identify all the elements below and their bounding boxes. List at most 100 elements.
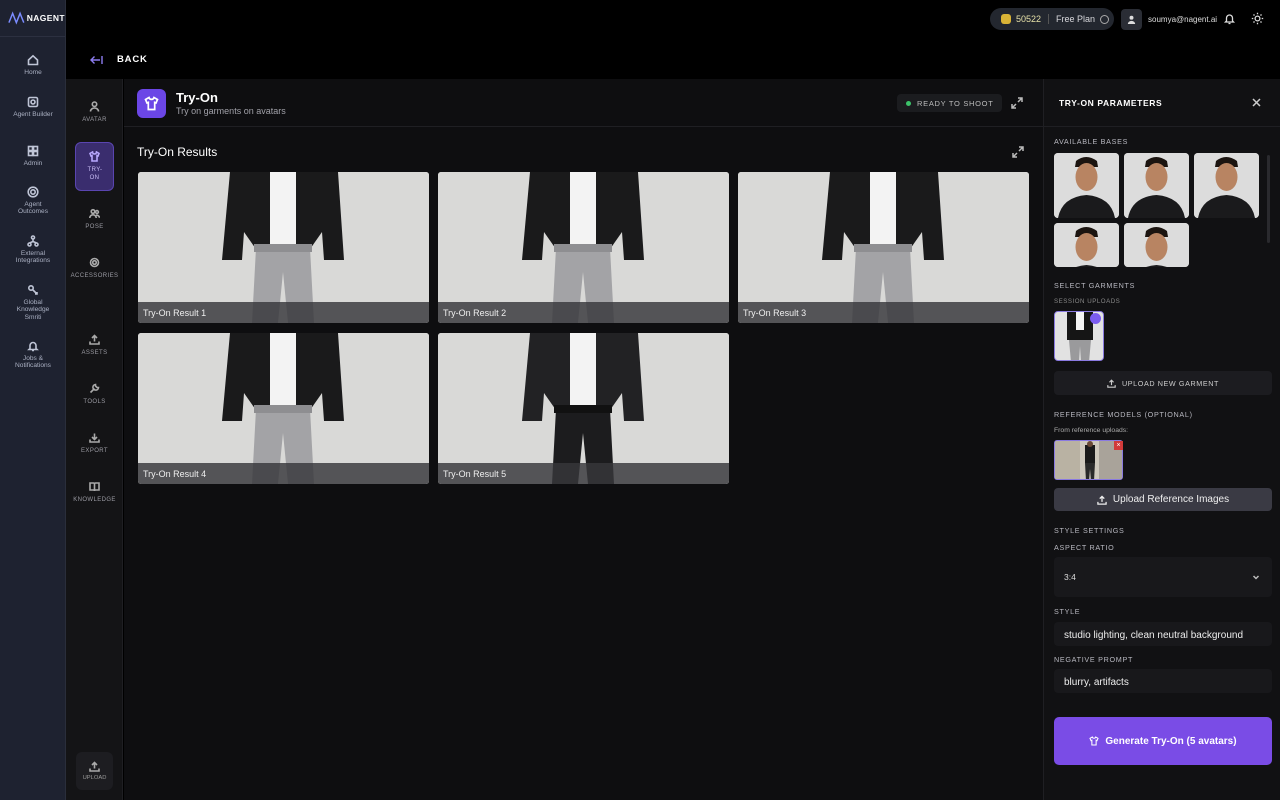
- avatar: [1121, 8, 1142, 30]
- integrations-icon: [27, 235, 39, 247]
- tool-label: POSE: [85, 224, 104, 230]
- base-avatar-thumb[interactable]: [1194, 153, 1259, 218]
- upload-button[interactable]: UPLOAD: [76, 752, 113, 790]
- reference-image: [1055, 441, 1122, 479]
- style-input[interactable]: studio lighting, clean neutral backgroun…: [1054, 622, 1272, 646]
- expand-results-icon[interactable]: [1012, 146, 1024, 158]
- page-title: Try-On: [176, 90, 218, 105]
- bases-scrollbar[interactable]: [1267, 155, 1270, 243]
- result-card[interactable]: Try-On Result 4: [138, 333, 429, 484]
- rail-label: Home: [24, 69, 42, 76]
- result-image: [738, 172, 1029, 323]
- upload-reference-label: Upload Reference Images: [1112, 494, 1230, 505]
- rail-label: Admin: [23, 160, 43, 167]
- expand-icon[interactable]: [1011, 97, 1023, 109]
- tool-label: TRY-ON: [87, 167, 103, 181]
- generate-button[interactable]: Generate Try-On (5 avatars): [1054, 717, 1272, 765]
- result-card[interactable]: Try-On Result 3: [738, 172, 1029, 323]
- upload-reference-button[interactable]: Upload Reference Images: [1054, 488, 1272, 511]
- tool-try-on[interactable]: TRY-ON: [75, 142, 114, 191]
- pose-icon: [89, 208, 100, 219]
- generate-label: Generate Try-On (5 avatars): [1105, 735, 1237, 747]
- upload-tray-icon: [89, 334, 100, 345]
- rail-label: Agent Outcomes: [17, 201, 49, 216]
- upload-garment-label: UPLOAD NEW GARMENT: [1121, 378, 1220, 388]
- result-card[interactable]: Try-On Result 5: [438, 333, 729, 484]
- tool-export[interactable]: EXPORT: [75, 432, 114, 455]
- parameters-panel: TRY-ON PARAMETERS AVAILABLE BASES SELECT…: [1043, 79, 1280, 800]
- theme-sun-icon[interactable]: [1251, 12, 1264, 25]
- base-avatar-thumb[interactable]: [1124, 153, 1189, 218]
- style-settings-label: STYLE SETTINGS: [1054, 526, 1125, 535]
- user-icon: [1127, 15, 1136, 24]
- rail-item-external-integrations[interactable]: External Integrations: [0, 235, 66, 265]
- avatar-image: [1054, 223, 1119, 267]
- upload-icon: [1107, 378, 1116, 388]
- result-label: Try-On Result 5: [438, 463, 729, 484]
- session-uploads-label: SESSION UPLOADS: [1054, 298, 1121, 305]
- tool-knowledge[interactable]: KNOWLEDGE: [73, 481, 115, 504]
- close-icon[interactable]: [1251, 97, 1262, 108]
- rail-item-agent-builder[interactable]: Agent Builder: [0, 96, 66, 118]
- avatar-image: [1124, 223, 1189, 267]
- info-icon[interactable]: [1100, 14, 1110, 24]
- status-badge: READY TO SHOOT: [897, 94, 1003, 112]
- reference-thumb[interactable]: [1054, 440, 1123, 480]
- credits-pill[interactable]: 50522 Free Plan: [990, 8, 1114, 30]
- shirt-icon: [144, 96, 159, 111]
- plan-label: Free Plan: [1056, 14, 1096, 24]
- page-subtitle: Try on garments on avatars: [176, 106, 286, 116]
- tool-accessories[interactable]: ACCESSORIES: [71, 257, 118, 280]
- rail-item-admin[interactable]: Admin: [0, 145, 66, 167]
- tool-avatar[interactable]: AVATAR: [75, 101, 114, 124]
- target-icon: [27, 186, 39, 198]
- result-label: Try-On Result 1: [138, 302, 429, 323]
- result-card[interactable]: Try-On Result 1: [138, 172, 429, 323]
- brand-logo[interactable]: NAGENT: [0, 0, 65, 37]
- available-bases-label: AVAILABLE BASES: [1054, 137, 1129, 146]
- user-email: soumya@nagent.ai: [1148, 14, 1218, 24]
- result-card[interactable]: Try-On Result 2: [438, 172, 729, 323]
- main-content: Try-On Try on garments on avatars READY …: [124, 79, 1043, 800]
- page-header: Try-On Try on garments on avatars READY …: [124, 79, 1043, 127]
- shirt-icon: [1089, 736, 1100, 746]
- rail-item-global-knowledge[interactable]: Global Knowledge Smriti: [0, 284, 66, 321]
- user-menu[interactable]: soumya@nagent.ai: [1121, 8, 1217, 30]
- nagent-logo-icon: [8, 11, 25, 25]
- remove-reference-button[interactable]: ×: [1114, 441, 1123, 450]
- notifications-bell-icon[interactable]: [1223, 12, 1236, 25]
- result-image: [138, 333, 429, 484]
- tool-label: EXPORT: [81, 448, 108, 454]
- from-reference-label: From reference uploads:: [1054, 427, 1129, 434]
- rail-label: Agent Builder: [13, 111, 53, 118]
- aspect-ratio-select[interactable]: 3:4: [1054, 557, 1272, 597]
- base-avatar-thumb[interactable]: [1124, 223, 1189, 267]
- download-icon: [89, 433, 100, 443]
- tool-pose[interactable]: POSE: [75, 208, 114, 231]
- tool-label: AVATAR: [82, 117, 107, 123]
- panel-header: TRY-ON PARAMETERS: [1044, 79, 1280, 127]
- rail-item-jobs-notifications[interactable]: Jobs & Notifications: [0, 340, 66, 370]
- rail-item-home[interactable]: Home: [0, 54, 66, 76]
- global-sidebar: NAGENT Home Agent Builder Admin Agent Ou…: [0, 0, 66, 800]
- base-avatar-thumb[interactable]: [1054, 153, 1119, 218]
- coins-icon: [1001, 14, 1011, 24]
- tool-tools[interactable]: TOOLS: [75, 383, 114, 406]
- upload-garment-button[interactable]: UPLOAD NEW GARMENT: [1054, 371, 1272, 395]
- arrow-left-icon: [90, 55, 103, 64]
- avatar-image: [1054, 153, 1119, 218]
- result-label: Try-On Result 4: [138, 463, 429, 484]
- result-image: [438, 333, 729, 484]
- rail-item-agent-outcomes[interactable]: Agent Outcomes: [0, 186, 66, 216]
- upload-icon: [1097, 494, 1107, 505]
- bell-icon: [27, 341, 39, 352]
- back-label: BACK: [117, 54, 148, 65]
- divider: [1048, 14, 1050, 24]
- select-garments-label: SELECT GARMENTS: [1054, 281, 1136, 290]
- try-on-badge: [137, 89, 166, 118]
- base-avatar-thumb[interactable]: [1054, 223, 1119, 267]
- tool-assets[interactable]: ASSETS: [75, 334, 114, 357]
- back-button[interactable]: BACK: [90, 54, 148, 65]
- rail-label: Jobs & Notifications: [15, 355, 51, 370]
- negative-prompt-input[interactable]: blurry, artifacts: [1054, 669, 1272, 693]
